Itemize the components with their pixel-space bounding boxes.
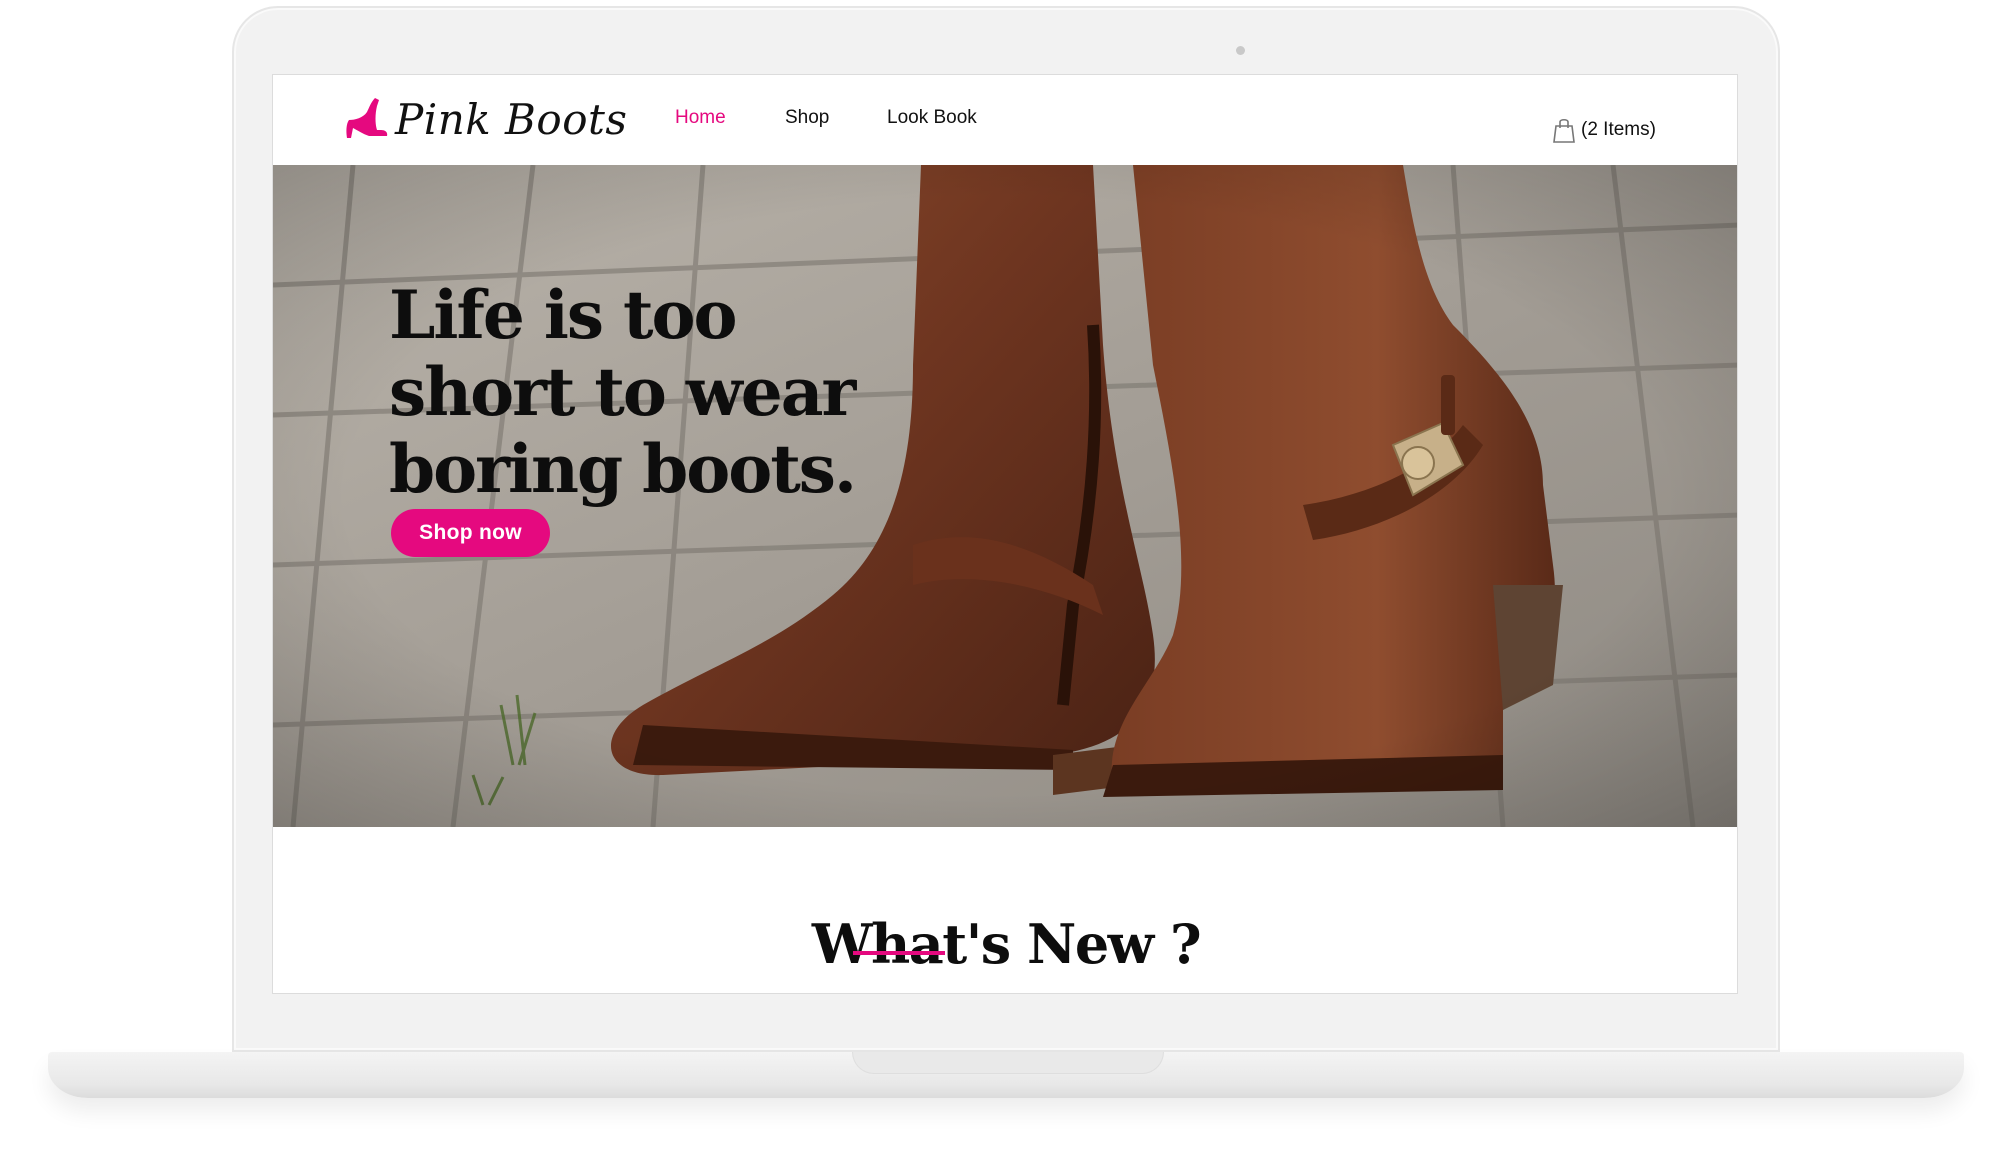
hero-headline-line-1: Life is too [389,276,738,355]
nav-shop[interactable]: Shop [785,107,829,129]
cart-count: (2 Items) [1581,119,1656,140]
shopping-bag-icon [1553,118,1575,143]
cart-button[interactable]: (2 Items) [1553,117,1656,143]
heading-underline [853,951,945,955]
brand-name: Pink Boots [395,94,628,144]
laptop-screen: Pink Boots Home Shop Look Book (2 Items) [272,74,1738,994]
hero-headline-line-3: boring boots. [389,430,857,509]
laptop-notch [852,1052,1164,1074]
hero-headline: Life is too short to wear boring boots. [389,277,909,508]
brand-logo[interactable]: Pink Boots [345,91,627,147]
hero-banner: Life is too short to wear boring boots. … [273,165,1737,827]
whats-new-heading: What's New ? [811,911,1202,976]
camera-dot [1236,46,1245,55]
hero-headline-line-2: short to wear [389,353,856,432]
shop-now-button[interactable]: Shop now [391,509,550,557]
high-heel-icon [346,98,388,138]
nav-home[interactable]: Home [675,107,726,129]
site-header: Pink Boots Home Shop Look Book (2 Items) [273,75,1737,165]
nav-look-book[interactable]: Look Book [887,107,977,129]
